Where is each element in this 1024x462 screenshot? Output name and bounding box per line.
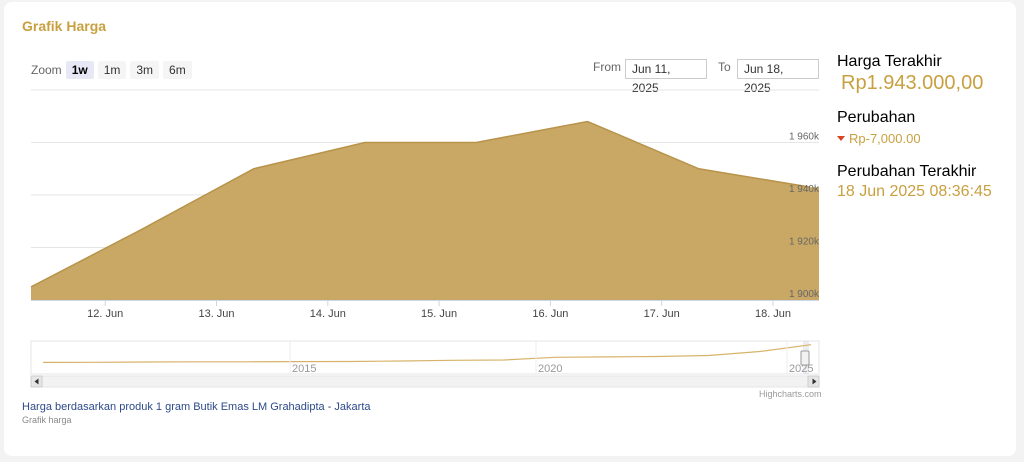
navigator-handle[interactable] [800, 350, 810, 366]
y-tick-label: 1 960k [789, 132, 820, 143]
source-note: Harga berdasarkan produk 1 gram Butik Em… [22, 401, 371, 413]
navigator-year-label: 2015 [292, 363, 316, 375]
x-tick-label: 15. Jun [421, 308, 457, 320]
change-value: Rp-7,000.00 [837, 131, 921, 146]
x-tick-label: 16. Jun [532, 308, 568, 320]
highcharts-credit[interactable]: Highcharts.com [759, 389, 822, 399]
scrollbar-track [30, 375, 820, 388]
last-change-time: 18 Jun 2025 08:36:45 [837, 183, 992, 200]
change-amount: Rp-7,000.00 [849, 131, 921, 146]
x-tick-label: 17. Jun [644, 308, 680, 320]
chart-subtitle: Grafik harga [22, 415, 72, 425]
x-tick-label: 13. Jun [198, 308, 234, 320]
last-price-label: Harga Terakhir [837, 53, 942, 70]
last-change-label: Perubahan Terakhir [837, 163, 977, 180]
y-tick-label: 1 920k [789, 237, 820, 248]
x-tick-label: 12. Jun [87, 308, 123, 320]
x-tick-label: 18. Jun [755, 308, 791, 320]
last-price-value: Rp1.943.000,00 [841, 72, 984, 94]
x-tick-label: 14. Jun [310, 308, 346, 320]
navigator-frame [30, 340, 820, 375]
change-label: Perubahan [837, 109, 916, 126]
y-tick-label: 1 940k [789, 184, 820, 195]
price-area [31, 121, 819, 300]
down-arrow-icon [837, 136, 845, 141]
navigator-year-label: 2020 [538, 363, 562, 375]
y-tick-label: 1 900k [789, 289, 820, 300]
